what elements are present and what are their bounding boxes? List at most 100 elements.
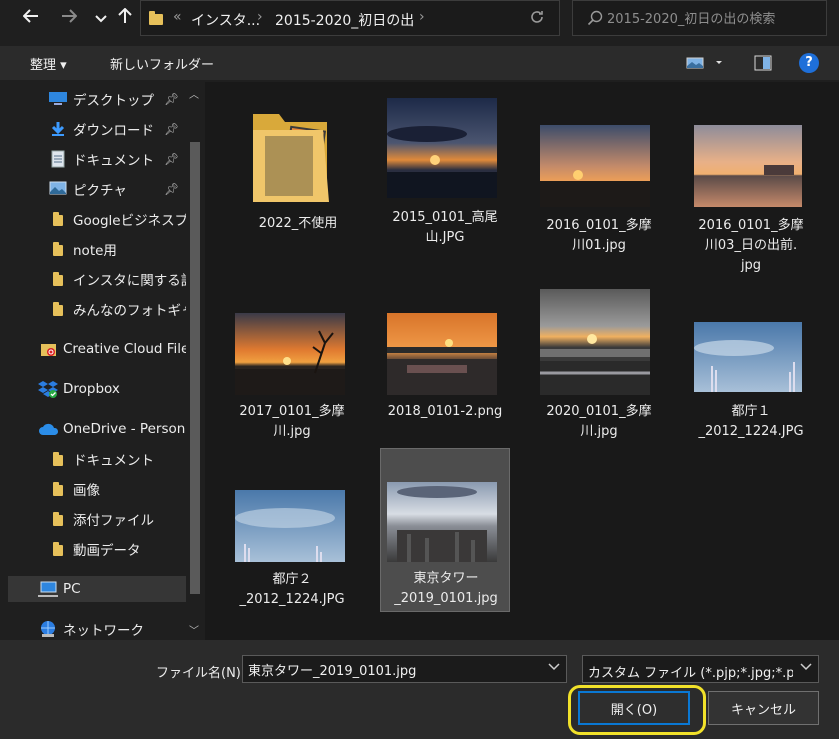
sidebar-item-documents[interactable]: ドキュメント 📌︎ xyxy=(0,146,186,172)
sidebar-item-label: Creative Cloud File xyxy=(63,341,186,357)
sidebar-item-label: 添付ファイル xyxy=(73,513,154,529)
file-item[interactable]: 2015_0101_高尾 山.JPG xyxy=(380,92,510,245)
filename-input[interactable] xyxy=(248,660,538,678)
file-name: 2016_0101_多摩 川01.jpg xyxy=(546,218,652,253)
back-button[interactable] xyxy=(18,6,44,30)
folder-icon xyxy=(53,302,63,316)
up-button[interactable] xyxy=(112,6,138,30)
sidebar-item-label: Googleビジネスプ xyxy=(73,213,186,229)
sidebar-item-desktop[interactable]: デスクトップ 📌︎ xyxy=(0,86,186,112)
navigation-pane: デスクトップ 📌︎ ダウンロード 📌︎ ドキュメント 📌︎ ピクチャ 📌︎ Go… xyxy=(0,82,205,640)
document-icon xyxy=(51,150,67,168)
image-thumbnail xyxy=(694,125,802,207)
navigation-scrollbar[interactable]: ︿ ﹀ xyxy=(186,82,204,640)
filename-combobox[interactable] xyxy=(242,655,567,683)
sidebar-item-label: ドキュメント xyxy=(73,453,154,469)
chevron-down-icon xyxy=(95,8,107,28)
file-item[interactable]: 2016_0101_多摩 川03_日の出前. jpg xyxy=(686,92,816,282)
sidebar-item-label: ドキュメント xyxy=(73,153,154,169)
sidebar-item-dropbox[interactable]: Dropbox xyxy=(0,376,186,402)
search-icon xyxy=(587,10,603,30)
image-thumbnail xyxy=(540,289,650,395)
scrollbar-thumb[interactable] xyxy=(190,142,200,594)
sidebar-item-label: Dropbox xyxy=(63,381,120,397)
search-box[interactable] xyxy=(572,0,827,36)
cancel-button[interactable]: キャンセル xyxy=(708,691,819,725)
file-item[interactable]: 都庁１ _2012_1224.JPG xyxy=(686,290,816,440)
pc-icon xyxy=(38,581,58,597)
file-name: 2022_不使用 xyxy=(258,216,338,231)
sidebar-item-photo-gallery[interactable]: みんなのフォトギャラ xyxy=(0,296,186,322)
folder-icon xyxy=(251,106,331,206)
sidebar-item-label: ピクチャ xyxy=(73,183,127,199)
file-item[interactable]: 2018_0101-2.png xyxy=(380,290,510,440)
preview-pane-icon[interactable] xyxy=(754,55,772,75)
arrow-up-icon xyxy=(118,7,132,29)
help-icon[interactable]: ? xyxy=(799,53,819,73)
sidebar-item-label: みんなのフォトギャラ xyxy=(73,303,186,319)
file-item[interactable]: 2016_0101_多摩 川01.jpg xyxy=(534,92,664,253)
sidebar-item-network[interactable]: ネットワーク xyxy=(0,616,186,642)
forward-button[interactable] xyxy=(56,6,82,30)
image-thumbnail xyxy=(387,313,497,395)
folder-icon xyxy=(53,242,63,256)
sidebar-item-label: PC xyxy=(63,581,81,597)
chevron-down-icon[interactable] xyxy=(548,661,560,674)
organize-menu[interactable]: 整理 ▾ xyxy=(30,54,67,73)
overflow-chevron[interactable]: « xyxy=(173,9,182,25)
sidebar-item-pictures[interactable]: ピクチャ 📌︎ xyxy=(0,176,186,202)
open-button[interactable]: 開く(O) xyxy=(578,691,690,725)
sidebar-item-onedrive[interactable]: OneDrive - Person xyxy=(0,416,186,442)
file-item[interactable]: 2017_0101_多摩 川.jpg xyxy=(227,290,357,450)
breadcrumb-segment[interactable]: インスタ... xyxy=(191,10,260,30)
sidebar-item-images[interactable]: 画像 xyxy=(0,476,186,502)
sidebar-item-videos[interactable]: 動画データ xyxy=(0,536,186,562)
scroll-up-icon[interactable]: ︿ xyxy=(189,86,199,101)
sidebar-item-label: 動画データ xyxy=(73,543,141,559)
dropbox-icon xyxy=(38,380,58,398)
sidebar-item-pc[interactable]: PC xyxy=(8,576,186,602)
folder-icon xyxy=(149,11,163,25)
file-name: 2017_0101_多摩 川.jpg xyxy=(239,404,345,439)
sidebar-item-note[interactable]: note用 xyxy=(0,236,186,262)
address-box[interactable]: « インスタ... › 2015-2020_初日の出 › xyxy=(140,0,560,36)
onedrive-icon xyxy=(38,422,59,438)
folder-icon xyxy=(53,512,63,526)
sidebar-item-google-business[interactable]: Googleビジネスプ xyxy=(0,206,186,232)
file-name: 2015_0101_高尾 山.JPG xyxy=(392,210,498,245)
file-item[interactable]: 2020_0101_多摩 川.jpg xyxy=(534,282,664,450)
folder-icon xyxy=(53,542,63,556)
breadcrumb-separator[interactable]: › xyxy=(419,9,425,25)
pin-icon: 📌︎ xyxy=(164,92,180,106)
file-item-selected[interactable]: 東京タワー _2019_0101.jpg xyxy=(380,448,510,612)
sidebar-item-attachments[interactable]: 添付ファイル xyxy=(0,506,186,532)
command-bar: 整理 ▾ 新しいフォルダー ? xyxy=(0,46,839,80)
breadcrumb-separator[interactable]: › xyxy=(257,9,263,25)
new-folder-button[interactable]: 新しいフォルダー xyxy=(110,54,214,73)
file-item[interactable]: 2022_不使用 xyxy=(233,92,363,242)
pin-icon: 📌︎ xyxy=(164,122,180,136)
recent-locations-button[interactable] xyxy=(88,6,114,30)
file-name: 2016_0101_多摩 川03_日の出前. jpg xyxy=(698,218,804,273)
filename-label: ファイル名(N): xyxy=(156,666,246,681)
sidebar-item-instagram[interactable]: インスタに関する記 xyxy=(0,266,186,292)
refresh-icon[interactable] xyxy=(529,9,545,29)
file-item[interactable]: 都庁２ _2012_1224.JPG xyxy=(227,450,357,610)
file-type-select[interactable]: カスタム ファイル (*.pjp;*.jpg;*.pjpe xyxy=(582,655,819,683)
sidebar-item-label: ダウンロード xyxy=(73,123,154,139)
search-input[interactable] xyxy=(607,9,817,29)
sidebar-item-label: 画像 xyxy=(73,483,100,499)
dialog-footer: ファイル名(N): カスタム ファイル (*.pjp;*.jpg;*.pjpe … xyxy=(0,640,839,739)
sidebar-item-onedrive-documents[interactable]: ドキュメント xyxy=(0,446,186,472)
folder-icon xyxy=(53,212,63,226)
breadcrumb-segment-current[interactable]: 2015-2020_初日の出 xyxy=(275,10,414,30)
scroll-down-icon[interactable]: ﹀ xyxy=(189,622,199,637)
view-options-icon[interactable] xyxy=(686,57,724,73)
creative-cloud-icon xyxy=(40,341,56,357)
sidebar-item-downloads[interactable]: ダウンロード 📌︎ xyxy=(0,116,186,142)
pictures-icon xyxy=(49,181,67,197)
sidebar-item-label: デスクトップ xyxy=(73,93,154,109)
image-thumbnail xyxy=(387,98,497,198)
pin-icon: 📌︎ xyxy=(164,182,180,196)
sidebar-item-creative-cloud[interactable]: Creative Cloud File xyxy=(0,336,186,362)
